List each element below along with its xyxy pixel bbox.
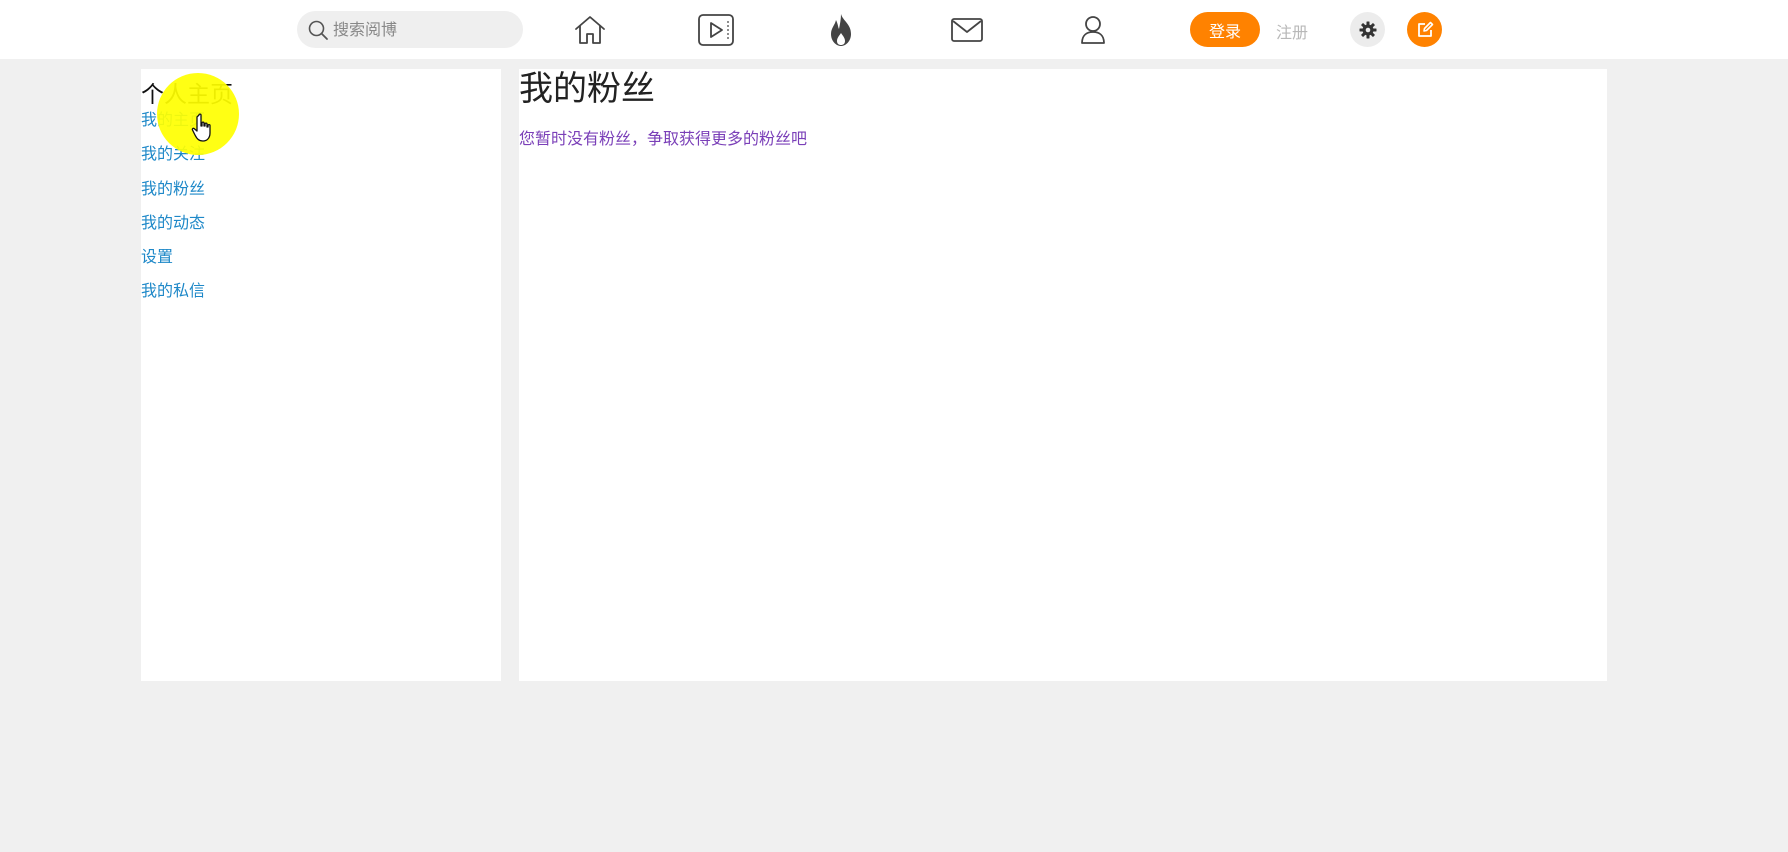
page-title: 我的粉丝 [519,69,655,109]
sidebar-item-settings[interactable]: 设置 [141,246,205,280]
sidebar-item-messages[interactable]: 我的私信 [141,280,205,314]
search-input[interactable] [333,11,513,48]
home-icon[interactable] [570,10,610,50]
login-button[interactable]: 登录 [1190,12,1260,47]
search-icon [307,19,329,41]
empty-state-message: 您暂时没有粉丝，争取获得更多的粉丝吧 [519,129,808,148]
compose-button[interactable] [1407,12,1442,47]
video-icon[interactable] [696,10,736,50]
sidebar-item-activity[interactable]: 我的动态 [141,212,205,246]
user-icon[interactable] [1073,10,1113,50]
search-box[interactable] [297,11,523,48]
sidebar-item-following[interactable]: 我的关注 [141,143,205,177]
sidebar: 个人主页 我的主页 我的关注 我的粉丝 我的动态 设置 我的私信 [141,69,501,681]
register-link[interactable]: 注册 [1276,19,1308,43]
sidebar-item-my-homepage[interactable]: 我的主页 [141,109,205,143]
top-nav-bar: 登录 注册 [0,0,1788,59]
sidebar-item-followers[interactable]: 我的粉丝 [141,178,205,212]
sidebar-title: 个人主页 [141,82,233,108]
sidebar-menu: 我的主页 我的关注 我的粉丝 我的动态 设置 我的私信 [141,109,205,315]
fire-icon[interactable] [821,10,861,50]
main-content: 我的粉丝 您暂时没有粉丝，争取获得更多的粉丝吧 [519,69,1607,681]
edit-icon [1417,21,1433,37]
gear-icon [1359,21,1376,38]
mail-icon[interactable] [947,10,987,50]
settings-button[interactable] [1350,12,1385,47]
